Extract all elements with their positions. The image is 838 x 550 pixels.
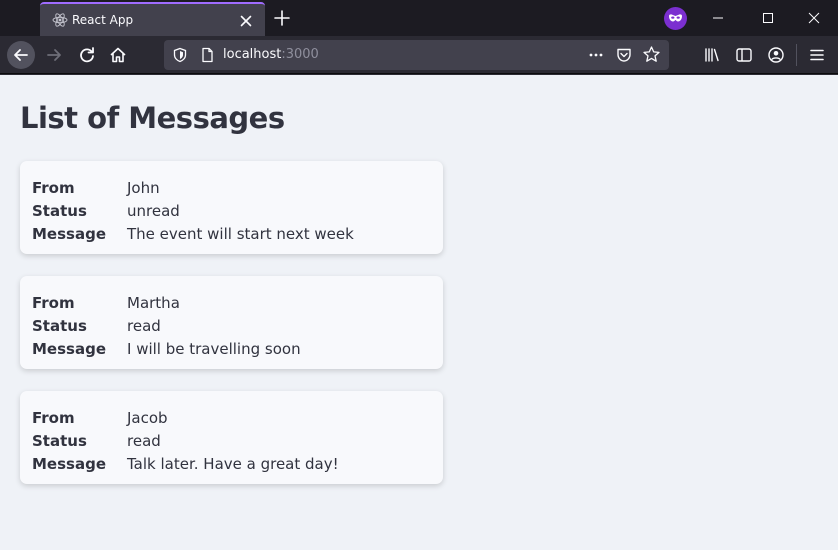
page-actions-icon[interactable] (588, 48, 604, 62)
from-label: From (32, 409, 75, 427)
back-button[interactable] (7, 41, 35, 69)
home-icon (110, 47, 126, 63)
status-label: Status (32, 202, 87, 220)
from-label: From (32, 294, 75, 312)
arrow-left-icon (14, 49, 28, 61)
react-icon (52, 13, 68, 27)
page-title: List of Messages (20, 101, 285, 135)
message-value: The event will start next week (127, 225, 354, 243)
new-tab-icon[interactable] (272, 8, 292, 28)
url-port: :3000 (281, 47, 319, 62)
navigation-toolbar: localhost:3000 (0, 36, 838, 74)
tab-title: React App (72, 13, 134, 27)
reload-button[interactable] (73, 41, 101, 69)
shield-icon[interactable] (172, 47, 188, 63)
sidebar-icon[interactable] (735, 46, 753, 64)
toolbar-separator (796, 44, 797, 66)
from-value: Martha (127, 294, 180, 312)
library-icon[interactable] (703, 46, 721, 64)
address-bar[interactable]: localhost:3000 (164, 40, 669, 70)
status-label: Status (32, 317, 87, 335)
message-card: From Jacob Status read Message Talk late… (20, 391, 443, 484)
title-bar: React App (0, 0, 838, 36)
minimize-icon[interactable] (706, 6, 730, 30)
page-viewport: List of Messages From John Status unread… (0, 75, 838, 550)
status-value: read (127, 432, 161, 450)
menu-icon[interactable] (808, 46, 826, 64)
status-label: Status (32, 432, 87, 450)
page-icon[interactable] (199, 47, 215, 63)
from-value: Jacob (127, 409, 168, 427)
message-label: Message (32, 340, 106, 358)
private-browsing-icon (664, 7, 687, 30)
message-value: I will be travelling soon (127, 340, 301, 358)
from-value: John (127, 179, 160, 197)
message-label: Message (32, 225, 106, 243)
url-host: localhost (223, 47, 282, 62)
from-label: From (32, 179, 75, 197)
close-window-icon[interactable] (802, 6, 826, 30)
message-value: Talk later. Have a great day! (127, 455, 339, 473)
status-value: unread (127, 202, 180, 220)
close-tab-icon[interactable] (238, 13, 254, 29)
status-value: read (127, 317, 161, 335)
pocket-icon[interactable] (615, 46, 633, 64)
account-icon[interactable] (767, 46, 785, 64)
message-label: Message (32, 455, 106, 473)
message-card: From Martha Status read Message I will b… (20, 276, 443, 369)
tab-react-app[interactable]: React App (40, 2, 265, 36)
url-text[interactable]: localhost:3000 (223, 48, 319, 62)
home-button[interactable] (104, 41, 132, 69)
maximize-icon[interactable] (756, 6, 780, 30)
message-card: From John Status unread Message The even… (20, 161, 443, 254)
forward-button[interactable] (40, 41, 68, 69)
reload-icon (80, 47, 94, 63)
arrow-right-icon (47, 49, 61, 61)
bookmark-star-icon[interactable] (642, 45, 661, 64)
